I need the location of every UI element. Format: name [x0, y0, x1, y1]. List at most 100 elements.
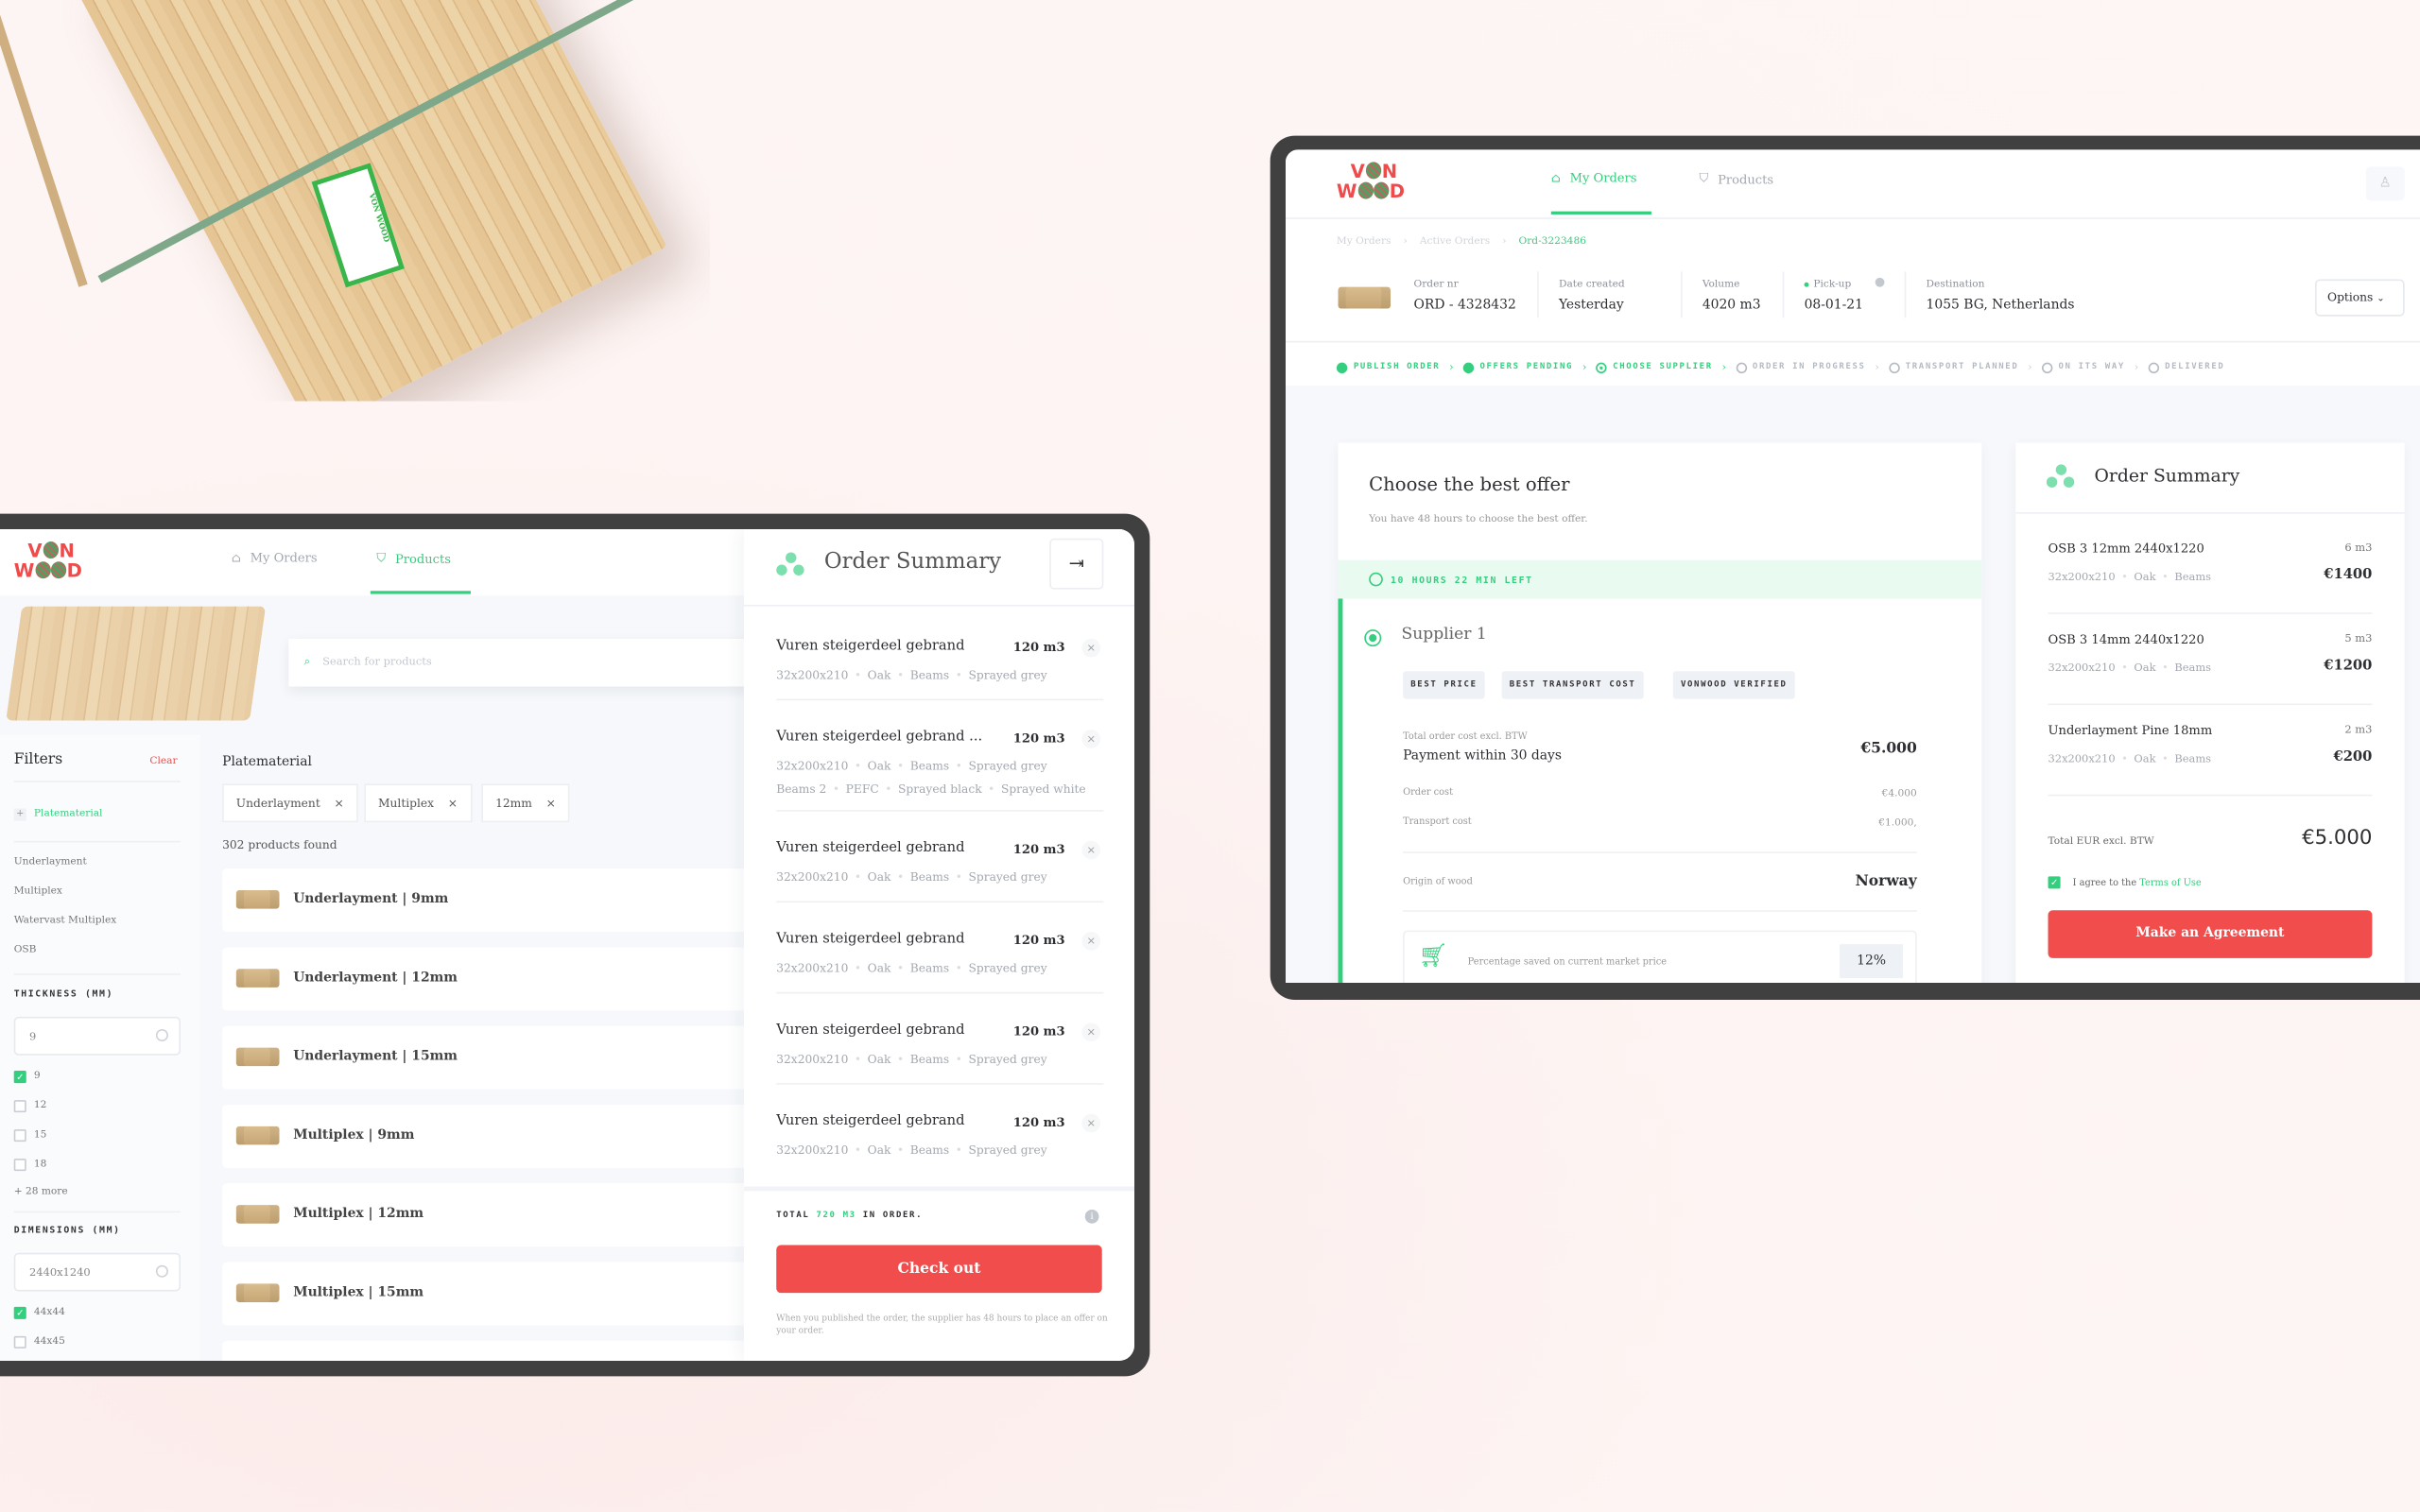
- product-row[interactable]: Underlayment | 12mm: [222, 947, 755, 1011]
- divider: [776, 991, 1104, 994]
- dimension-checkbox[interactable]: [13, 1335, 26, 1349]
- product-row[interactable]: Underlayment | 9mm: [222, 868, 755, 933]
- thickness-checkbox[interactable]: [13, 1129, 26, 1143]
- thickness-input[interactable]: 9: [13, 1016, 182, 1056]
- active-tab-indicator: [1550, 211, 1651, 215]
- order-summary-panel: Order Summary ⇥ Vuren steigerdeel gebran…: [743, 528, 1134, 1361]
- show-more-link[interactable]: + 28 more: [14, 1185, 68, 1197]
- separator-dot: •: [832, 782, 840, 797]
- meta-value: Oak: [867, 1052, 891, 1067]
- meta-value: 32x200x210: [776, 667, 849, 682]
- meta-value: Beams: [909, 961, 950, 975]
- separator-dot: •: [2162, 752, 2169, 765]
- product-thumbnail: [235, 890, 280, 909]
- type-filter[interactable]: Watervast Multiplex: [14, 914, 117, 926]
- offer-tag: BEST TRANSPORT COST: [1501, 671, 1644, 699]
- order-item-meta: 32x200x210 • Oak • Beams • Sprayed grey: [776, 961, 1046, 975]
- savings-box: 🛒︎ Percentage saved on current market pr…: [1403, 930, 1917, 983]
- divider: [776, 901, 1104, 903]
- tab-my-orders[interactable]: ⌂ My Orders: [1551, 171, 1637, 185]
- supplier-radio[interactable]: [1364, 629, 1382, 647]
- chevron-right-icon: ›: [1582, 361, 1587, 374]
- tab-label: Products: [1718, 172, 1774, 186]
- tab-my-orders[interactable]: ⌂ My Orders: [232, 551, 318, 565]
- thickness-checkbox[interactable]: ✓: [13, 1071, 26, 1084]
- checkout-note: When you published the order, the suppli…: [776, 1314, 1108, 1336]
- check-circle-icon: [1462, 361, 1474, 373]
- thickness-checkbox[interactable]: [13, 1100, 26, 1113]
- options-dropdown[interactable]: Options ⌄: [2314, 279, 2405, 317]
- orders-screen: VNWD ♙ My Orders › Active Orders › Ord-32234…: [1285, 149, 2420, 983]
- terms-checkbox[interactable]: ✓: [2048, 876, 2061, 889]
- tab-label: Products: [394, 551, 451, 566]
- product-thumbnail: [235, 1047, 280, 1067]
- logo[interactable]: VNWD: [1337, 162, 1423, 208]
- product-row[interactable]: Multiplex | 12mm: [222, 1183, 755, 1247]
- search-input[interactable]: ⌕ Search for products: [288, 638, 768, 687]
- divider: [776, 810, 1104, 812]
- selected-offer-indicator: [1338, 598, 1343, 983]
- offer-title: Choose the best offer: [1369, 473, 1570, 496]
- order-item-name: Vuren steigerdeel gebrand: [776, 840, 965, 857]
- logo[interactable]: VNWD: [14, 541, 100, 588]
- remove-chip-icon[interactable]: ×: [334, 796, 343, 810]
- clear-input-icon[interactable]: [155, 1264, 168, 1278]
- step-order-in-progress: ORDER IN PROGRESS: [1735, 361, 1866, 373]
- summary-item-price: €1200: [2324, 659, 2373, 675]
- separator-dot: •: [955, 1052, 962, 1067]
- dimension-checkbox[interactable]: ✓: [13, 1306, 26, 1319]
- summary-logo-icon: [2046, 464, 2078, 489]
- remove-item-button[interactable]: ×: [1081, 1113, 1101, 1133]
- separator-dot: •: [896, 869, 905, 885]
- breadcrumb-item[interactable]: Active Orders: [1420, 234, 1490, 247]
- meta-value: Sprayed grey: [968, 1143, 1047, 1158]
- remove-chip-icon[interactable]: ×: [546, 796, 556, 810]
- remove-item-button[interactable]: ×: [1081, 932, 1101, 951]
- thickness-checkbox[interactable]: [13, 1159, 26, 1172]
- check-circle-icon: [1336, 361, 1348, 373]
- make-agreement-button[interactable]: Make an Agreement: [2048, 910, 2373, 958]
- remove-item-button[interactable]: ×: [1081, 1022, 1101, 1042]
- info-icon[interactable]: i: [1084, 1209, 1099, 1224]
- cart-icon: 🛒︎: [1418, 940, 1448, 970]
- remove-chip-icon[interactable]: ×: [448, 796, 458, 810]
- product-row[interactable]: Multiplex | 15mm: [222, 1262, 755, 1326]
- collapse-panel-button[interactable]: ⇥: [1049, 538, 1104, 590]
- order-product-image: [1338, 286, 1392, 309]
- separator-dot: •: [854, 667, 862, 682]
- remove-item-button[interactable]: ×: [1081, 730, 1101, 748]
- remove-item-button[interactable]: ×: [1081, 638, 1101, 658]
- clear-input-icon[interactable]: [155, 1028, 168, 1042]
- summary-item-qty: 2 m3: [2344, 723, 2373, 736]
- tab-products[interactable]: ⛉ Products: [376, 551, 451, 566]
- order-item-qty: 120 m3: [1012, 730, 1065, 746]
- user-menu-button[interactable]: ♙: [2365, 166, 2405, 201]
- clear-filters-link[interactable]: Clear: [149, 754, 177, 766]
- chevron-down-icon: ⌄: [2377, 293, 2385, 304]
- separator-dot: •: [2162, 662, 2169, 675]
- category-filter[interactable]: + Platematerial: [13, 807, 102, 821]
- meta-value: PEFC: [845, 782, 879, 797]
- input-value: 9: [29, 1030, 37, 1043]
- progress-stepper: PUBLISH ORDER › OFFERS PENDING › CHOOSE SUPP…: [1336, 361, 2225, 374]
- type-filter[interactable]: Underlayment: [14, 854, 87, 867]
- step-offers-pending: OFFERS PENDING: [1462, 361, 1574, 373]
- step-label: DELIVERED: [2165, 362, 2225, 372]
- terms-link[interactable]: Terms of Use: [2139, 878, 2201, 888]
- product-row[interactable]: Multiplex | 9mm: [222, 1104, 755, 1168]
- offer-total: €5.000: [1860, 740, 1917, 758]
- chevron-right-icon: ›: [1875, 361, 1879, 374]
- info-icon[interactable]: [1875, 277, 1885, 287]
- checkout-button[interactable]: Check out: [776, 1245, 1102, 1294]
- meta-value: 32x200x210: [776, 759, 849, 773]
- product-row-partial: [222, 1340, 755, 1361]
- product-row[interactable]: Underlayment | 15mm: [222, 1025, 755, 1090]
- breadcrumb-item[interactable]: My Orders: [1337, 234, 1392, 247]
- tab-products[interactable]: ⛉ Products: [1700, 171, 1774, 186]
- order-item-meta: 32x200x210 • Oak • Beams • Sprayed grey: [776, 1052, 1046, 1066]
- type-filter[interactable]: Multiplex: [14, 885, 62, 897]
- info-value-1: Yesterday: [1558, 298, 1624, 314]
- remove-item-button[interactable]: ×: [1081, 840, 1101, 860]
- dimensions-input[interactable]: 2440x1240: [13, 1252, 182, 1292]
- type-filter[interactable]: OSB: [14, 943, 37, 955]
